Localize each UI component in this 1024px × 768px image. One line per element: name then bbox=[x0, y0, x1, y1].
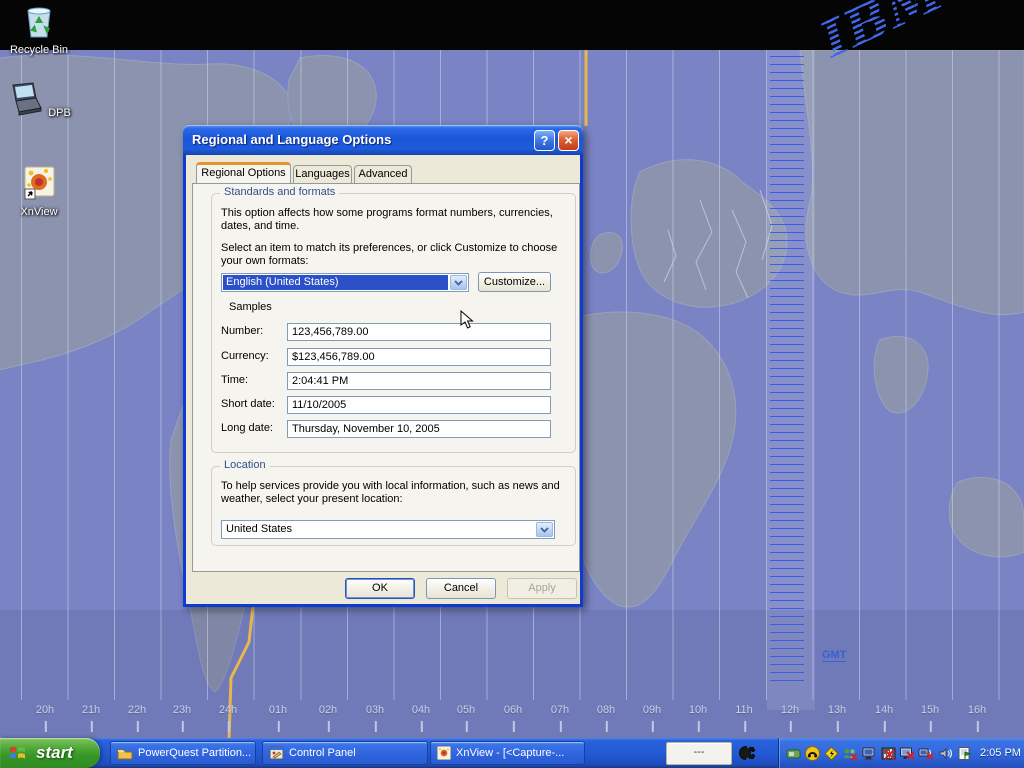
battery-meter[interactable]: --- bbox=[666, 742, 732, 765]
graphics-utility-icon[interactable] bbox=[880, 745, 896, 761]
desktop-icon-label: Recycle Bin bbox=[8, 44, 70, 56]
taskbar-button-xnview[interactable]: XnView - [<Capture-... bbox=[430, 741, 585, 765]
timezone-label: 15h bbox=[921, 704, 939, 716]
desktop-icon-dpb[interactable]: DPB bbox=[0, 82, 78, 119]
taskbar-button-control-panel[interactable]: Control Panel bbox=[262, 741, 428, 765]
tab-regional-options[interactable]: Regional Options bbox=[196, 162, 291, 183]
close-button[interactable]: × bbox=[558, 130, 579, 151]
taskbar: start PowerQuest Partition... Contro bbox=[0, 738, 1024, 768]
long-date-sample-field: Thursday, November 10, 2005 bbox=[287, 420, 551, 438]
folder-icon bbox=[117, 747, 133, 760]
desktop: IBM GMT 20h 21h 22h 23h 24h 01h 02h 03h … bbox=[0, 0, 1024, 768]
desktop-icon-recycle-bin[interactable]: Recycle Bin bbox=[0, 3, 78, 56]
timezone-label: 24h bbox=[219, 704, 237, 716]
dialog-title: Regional and Language Options bbox=[192, 132, 391, 147]
chevron-down-icon[interactable] bbox=[450, 275, 467, 290]
samples-label: Samples bbox=[229, 301, 272, 314]
phone-icon[interactable] bbox=[804, 745, 820, 761]
chevron-down-icon[interactable] bbox=[536, 522, 553, 537]
desktop-icon-label: XnView bbox=[18, 206, 59, 218]
mouse-cursor bbox=[460, 310, 478, 335]
taskbar-button-label: PowerQuest Partition... bbox=[138, 747, 251, 759]
group-title: Location bbox=[220, 459, 270, 471]
xnview-icon bbox=[437, 746, 451, 760]
tab-advanced[interactable]: Advanced bbox=[354, 165, 412, 183]
tab-languages[interactable]: Languages bbox=[293, 165, 352, 183]
timezone-label: 11h bbox=[735, 704, 753, 716]
timezone-label: 02h bbox=[319, 704, 337, 716]
display-offline-icon[interactable] bbox=[899, 745, 915, 761]
standards-description: This option affects how some programs fo… bbox=[221, 207, 565, 233]
sample-row-label: Long date: bbox=[221, 422, 273, 434]
recycle-bin-icon bbox=[22, 30, 56, 42]
timezone-label: 22h bbox=[128, 704, 146, 716]
short-date-sample-field: 11/10/2005 bbox=[287, 396, 551, 414]
location-combobox-value: United States bbox=[223, 522, 534, 537]
taskbar-button-powerquest[interactable]: PowerQuest Partition... bbox=[110, 741, 256, 765]
network-computer-icon[interactable] bbox=[861, 745, 877, 761]
power-plug-icon bbox=[737, 743, 757, 768]
group-title: Standards and formats bbox=[220, 186, 339, 198]
timezone-label: 10h bbox=[689, 704, 707, 716]
windows-flag-icon bbox=[8, 743, 30, 763]
timezone-label: 09h bbox=[643, 704, 661, 716]
taskbar-button-label: XnView - [<Capture-... bbox=[456, 747, 564, 759]
customize-button[interactable]: Customize... bbox=[478, 272, 551, 292]
power-meter-icon[interactable] bbox=[823, 745, 839, 761]
regional-language-options-dialog: Regional and Language Options ? × Region… bbox=[183, 125, 583, 607]
dialog-titlebar[interactable]: Regional and Language Options ? × bbox=[183, 125, 583, 155]
timezone-label: 14h bbox=[875, 704, 893, 716]
number-sample-field: 123,456,789.00 bbox=[287, 323, 551, 341]
location-combobox[interactable]: United States bbox=[221, 520, 555, 539]
sample-row-label: Time: bbox=[221, 374, 248, 386]
apply-button: Apply bbox=[507, 578, 577, 599]
laptop-icon bbox=[5, 107, 46, 119]
sample-row-label: Currency: bbox=[221, 350, 269, 362]
xnview-icon bbox=[22, 192, 56, 204]
timezone-label: 05h bbox=[457, 704, 475, 716]
timezone-label: 04h bbox=[412, 704, 430, 716]
timezone-label: 03h bbox=[366, 704, 384, 716]
currency-sample-field: $123,456,789.00 bbox=[287, 348, 551, 366]
sample-row-label: Short date: bbox=[221, 398, 275, 410]
timezone-label: 20h bbox=[36, 704, 54, 716]
time-sample-field: 2:04:41 PM bbox=[287, 372, 551, 390]
standards-instruction: Select an item to match its preferences,… bbox=[221, 242, 565, 268]
volume-icon[interactable] bbox=[937, 745, 953, 761]
timezone-label: 16h bbox=[968, 704, 986, 716]
timezone-label: 21h bbox=[82, 704, 100, 716]
control-panel-icon bbox=[269, 746, 284, 760]
format-combobox-value: English (United States) bbox=[223, 275, 448, 290]
sample-row-label: Number: bbox=[221, 325, 263, 337]
users-offline-icon[interactable] bbox=[842, 745, 858, 761]
device-icon[interactable] bbox=[785, 745, 801, 761]
timezone-label: 23h bbox=[173, 704, 191, 716]
timezone-label: 08h bbox=[597, 704, 615, 716]
desktop-icon-xnview[interactable]: XnView bbox=[0, 165, 78, 218]
timezone-label: 01h bbox=[269, 704, 287, 716]
taskbar-button-label: Control Panel bbox=[289, 747, 356, 759]
cancel-button[interactable]: Cancel bbox=[426, 578, 496, 599]
ok-button[interactable]: OK bbox=[345, 578, 415, 599]
timezone-label: 13h bbox=[828, 704, 846, 716]
system-tray: 2:05 PM bbox=[778, 738, 1024, 768]
start-button[interactable]: start bbox=[0, 738, 100, 768]
wireless-offline-icon[interactable] bbox=[918, 745, 934, 761]
timezone-label: 07h bbox=[551, 704, 569, 716]
taskbar-clock[interactable]: 2:05 PM bbox=[980, 747, 1021, 759]
start-button-label: start bbox=[36, 743, 73, 763]
desktop-icon-label: DPB bbox=[46, 107, 73, 119]
format-combobox[interactable]: English (United States) bbox=[221, 273, 469, 292]
help-button[interactable]: ? bbox=[534, 130, 555, 151]
scheduler-icon[interactable] bbox=[956, 745, 972, 761]
timezone-label: 12h bbox=[781, 704, 799, 716]
timezone-label: 06h bbox=[504, 704, 522, 716]
location-description: To help services provide you with local … bbox=[221, 480, 565, 506]
